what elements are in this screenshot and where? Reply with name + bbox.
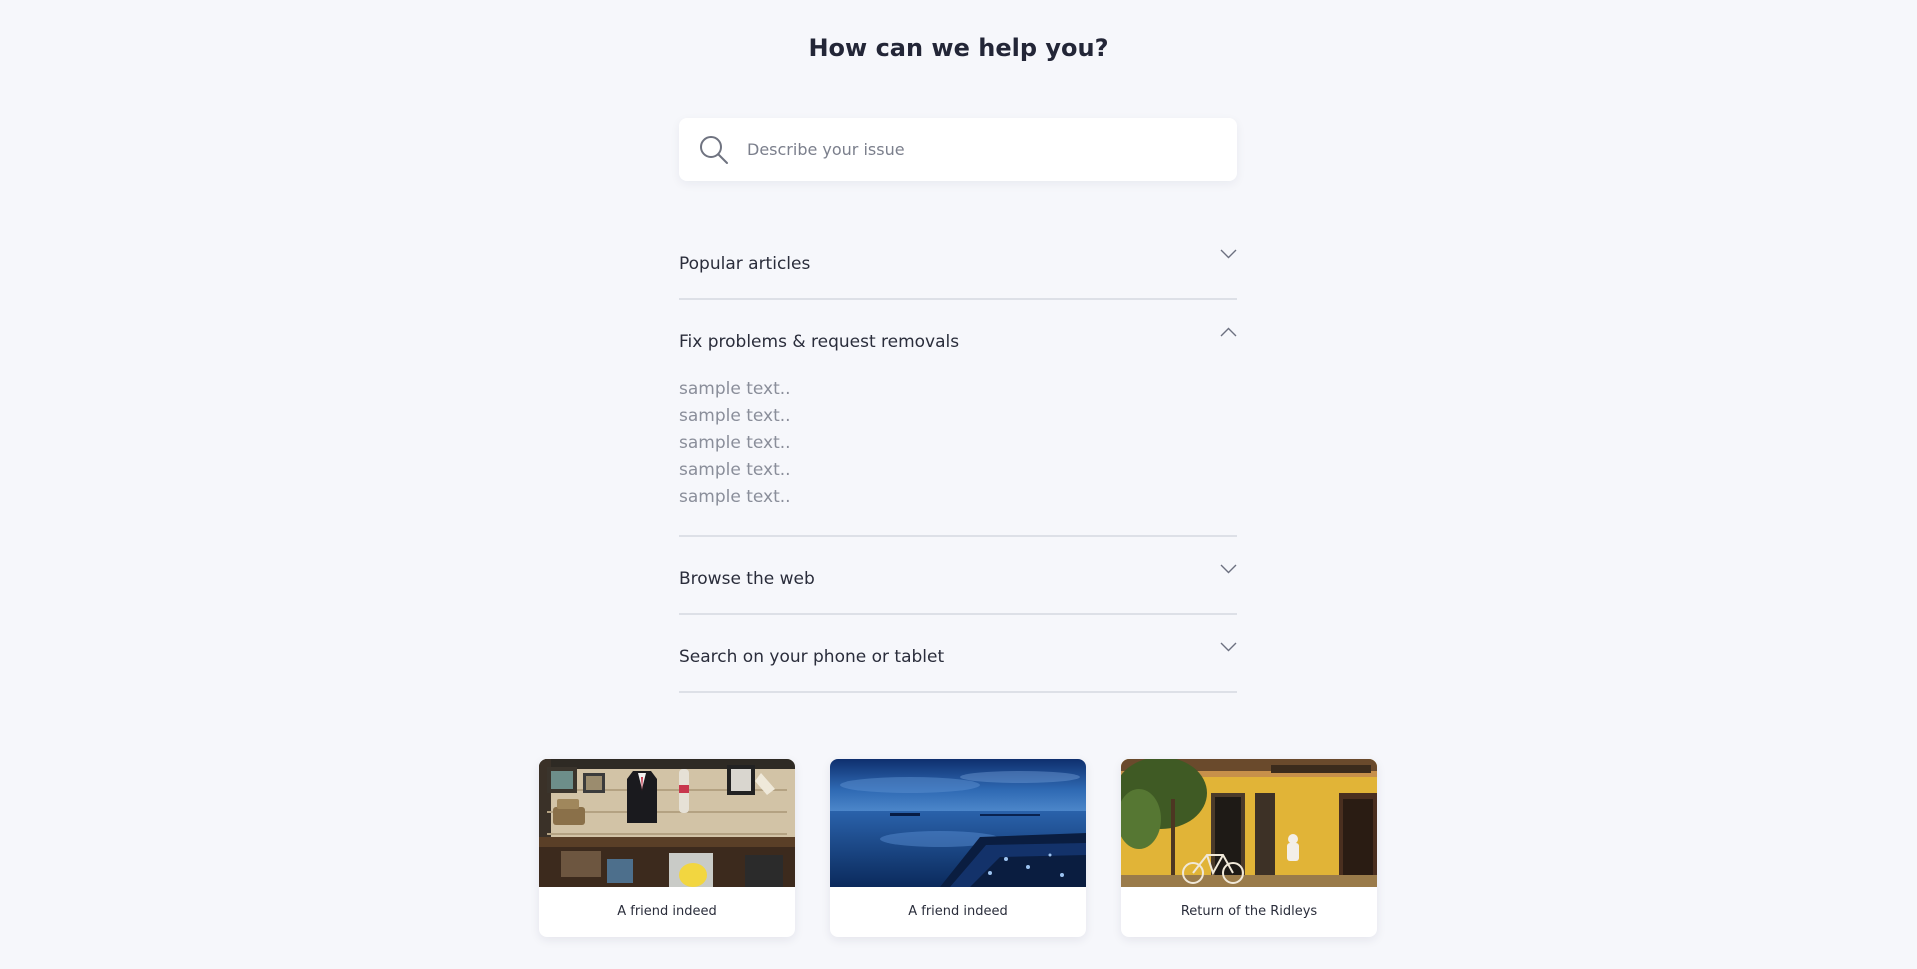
accordion-title: Popular articles <box>679 254 811 274</box>
blue-seashore-photo <box>830 759 1086 887</box>
article-card[interactable]: Return of the Ridleys <box>1121 759 1377 937</box>
search-icon <box>700 136 728 164</box>
accordion-item[interactable]: sample text.. <box>679 484 1237 511</box>
accordion-header-search-phone[interactable]: Search on your phone or tablet <box>679 615 1237 691</box>
accordion-item[interactable]: sample text.. <box>679 430 1237 457</box>
accordion-section-fix-problems: Fix problems & request removals sample t… <box>679 300 1237 537</box>
search-box[interactable] <box>679 118 1237 181</box>
accordion-item[interactable]: sample text.. <box>679 376 1237 403</box>
chevron-up-icon[interactable] <box>1220 326 1237 338</box>
chevron-down-icon[interactable] <box>1220 641 1237 653</box>
accordion-section-search-phone: Search on your phone or tablet <box>679 615 1237 693</box>
accordion-header-popular-articles[interactable]: Popular articles <box>679 222 1237 298</box>
accordion: Popular articles Fix problems & request … <box>679 222 1237 693</box>
article-card[interactable]: A friend indeed <box>539 759 795 937</box>
card-title: Return of the Ridleys <box>1180 904 1318 919</box>
accordion-header-fix-problems[interactable]: Fix problems & request removals <box>679 300 1237 376</box>
accordion-item[interactable]: sample text.. <box>679 457 1237 484</box>
card-title: A friend indeed <box>908 904 1008 919</box>
accordion-body-fix-problems: sample text.. sample text.. sample text.… <box>679 376 1237 535</box>
card-row: A friend indeed A friend indeed Return o… <box>539 759 1378 937</box>
accordion-item[interactable]: sample text.. <box>679 403 1237 430</box>
article-card[interactable]: A friend indeed <box>830 759 1086 937</box>
shop-interior-photo <box>539 759 795 887</box>
accordion-title: Search on your phone or tablet <box>679 647 945 667</box>
yellow-house-bicycle-photo <box>1121 759 1377 887</box>
chevron-down-icon[interactable] <box>1220 563 1237 575</box>
card-title: A friend indeed <box>617 904 717 919</box>
search-input[interactable] <box>747 118 1217 181</box>
accordion-title: Fix problems & request removals <box>679 332 960 352</box>
accordion-section-browse-web: Browse the web <box>679 537 1237 615</box>
page-title: How can we help you? <box>808 34 1109 62</box>
accordion-title: Browse the web <box>679 569 815 589</box>
accordion-header-browse-web[interactable]: Browse the web <box>679 537 1237 613</box>
accordion-section-popular-articles: Popular articles <box>679 222 1237 300</box>
chevron-down-icon[interactable] <box>1220 248 1237 260</box>
